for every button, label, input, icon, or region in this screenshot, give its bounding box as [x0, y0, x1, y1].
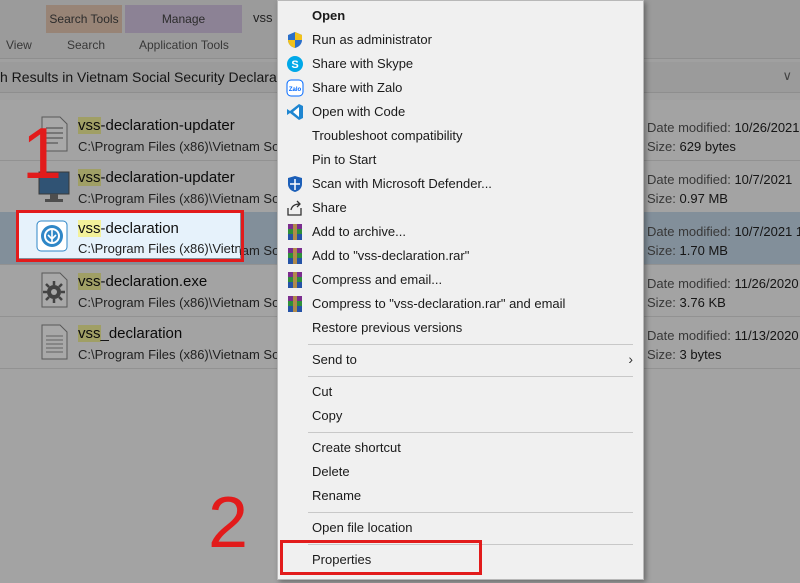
winrar-icon	[288, 296, 302, 312]
file-size: Size: 629 bytes	[647, 139, 736, 154]
file-path: C:\Program Files (x86)\Vietnam Soc	[78, 191, 286, 206]
chevron-right-icon: ›	[628, 351, 633, 367]
menu-separator	[308, 432, 633, 433]
file-path: C:\Program Files (x86)\Vietnam Soc	[78, 139, 286, 154]
menu-item-share[interactable]: Share	[278, 196, 643, 220]
file-size: Size: 1.70 MB	[647, 243, 728, 258]
menu-item-troubleshoot[interactable]: Troubleshoot compatibility	[278, 124, 643, 148]
menu-item-create-shortcut[interactable]: Create shortcut	[278, 436, 643, 460]
file-size: Size: 3.76 KB	[647, 295, 726, 310]
chevron-down-icon[interactable]: ∨	[782, 68, 792, 84]
menu-item-add-to-archive[interactable]: Add to archive...	[278, 220, 643, 244]
breadcrumb: h Results in Vietnam Social Security Dec…	[0, 69, 300, 85]
menu-item-open-with-code[interactable]: Open with Code	[278, 100, 643, 124]
winrar-icon	[288, 272, 302, 288]
gear-icon	[41, 272, 68, 308]
tab-view[interactable]: View	[6, 36, 32, 54]
svg-text:Zalo: Zalo	[289, 87, 302, 93]
menu-item-compress-to-rar-and-email[interactable]: Compress to "vss-declaration.rar" and em…	[278, 292, 643, 316]
menu-item-send-to[interactable]: Send to ›	[278, 348, 643, 372]
tab-application-tools[interactable]: Application Tools	[139, 36, 229, 54]
file-name: vss-declaration-updater	[78, 117, 235, 134]
menu-item-rename[interactable]: Rename	[278, 484, 643, 508]
tab-search[interactable]: Search	[67, 36, 105, 54]
date-modified: Date modified: 10/7/2021 1	[647, 224, 800, 239]
date-modified: Date modified: 10/26/2021	[647, 120, 800, 135]
menu-separator	[308, 512, 633, 513]
file-name: vss_declaration	[78, 325, 183, 342]
menu-item-copy[interactable]: Copy	[278, 404, 643, 428]
vscode-icon	[287, 104, 303, 120]
context-menu: Open Run as administrator S Share with S…	[277, 0, 644, 580]
menu-item-open[interactable]: Open	[278, 4, 643, 28]
menu-item-share-skype[interactable]: S Share with Skype	[278, 52, 643, 76]
winrar-icon	[288, 248, 302, 264]
step-1-number: 1	[22, 114, 63, 194]
menu-item-delete[interactable]: Delete	[278, 460, 643, 484]
file-size: Size: 3 bytes	[647, 347, 722, 362]
date-modified: Date modified: 10/7/2021	[647, 172, 793, 187]
text-file-icon	[41, 324, 68, 360]
menu-item-cut[interactable]: Cut	[278, 380, 643, 404]
menu-item-share-zalo[interactable]: Zalo Share with Zalo	[278, 76, 643, 100]
menu-item-pin-to-start[interactable]: Pin to Start	[278, 148, 643, 172]
menu-item-open-file-location[interactable]: Open file location	[278, 516, 643, 540]
date-modified: Date modified: 11/13/2020	[647, 328, 799, 343]
step-2-highlight-box	[280, 540, 482, 575]
defender-shield-icon	[288, 176, 302, 192]
menu-item-scan-defender[interactable]: Scan with Microsoft Defender...	[278, 172, 643, 196]
menu-item-run-as-administrator[interactable]: Run as administrator	[278, 28, 643, 52]
manage-context-tab[interactable]: Manage	[125, 5, 242, 33]
date-modified: Date modified: 11/26/2020	[647, 276, 799, 291]
zalo-icon: Zalo	[286, 79, 304, 97]
menu-item-restore-previous-versions[interactable]: Restore previous versions	[278, 316, 643, 340]
svg-text:S: S	[291, 59, 298, 71]
step-1-highlight-box	[16, 210, 244, 262]
menu-item-add-to-rar[interactable]: Add to "vss-declaration.rar"	[278, 244, 643, 268]
file-name: vss-declaration-updater	[78, 169, 235, 186]
skype-icon: S	[287, 56, 303, 72]
menu-separator	[308, 344, 633, 345]
window-title: vss	[253, 10, 273, 25]
menu-item-compress-and-email[interactable]: Compress and email...	[278, 268, 643, 292]
share-icon	[287, 200, 302, 216]
search-tools-context-tab[interactable]: Search Tools	[46, 5, 122, 33]
file-name: vss-declaration.exe	[78, 273, 208, 290]
file-path: C:\Program Files (x86)\Vietnam Soc	[78, 295, 286, 310]
winrar-icon	[288, 224, 302, 240]
file-size: Size: 0.97 MB	[647, 191, 728, 206]
shield-icon	[288, 32, 302, 48]
step-2-number: 2	[208, 483, 249, 563]
menu-separator	[308, 376, 633, 377]
file-path: C:\Program Files (x86)\Vietnam Soc	[78, 347, 286, 362]
